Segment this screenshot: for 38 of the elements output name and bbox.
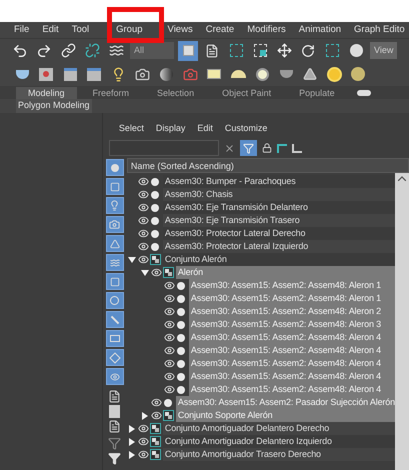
tree-item[interactable]: Assem30: Assem15: Assem2: Assem48: Aleron 3 <box>188 318 395 331</box>
column-header[interactable]: Name (Sorted Ascending) <box>126 158 409 173</box>
menu-item[interactable]: Views <box>168 22 193 38</box>
tree-item[interactable]: Assem30: Assem15: Assem2: Assem48: Aleron 4 <box>188 357 395 370</box>
tree-item[interactable]: Assem30: Assem15: Assem2: Assem48: Aleron 4 <box>188 383 395 396</box>
tree-item[interactable]: Assem30: Protector Lateral Izquierdo <box>162 240 395 253</box>
explorer-menu-item[interactable]: Customize <box>224 122 268 136</box>
tree-item[interactable]: Assem30: Assem15: Assem2: Assem48: Aleron 4 <box>188 331 395 344</box>
ribbon-tab[interactable]: Selection <box>145 87 206 99</box>
tree-item[interactable]: Assem30: Assem15: Assem2: Assem48: Aleron 2 <box>188 305 395 318</box>
tree-item[interactable]: Conjunto Amortiguador Trasero Derecho <box>162 448 395 461</box>
menu-item[interactable]: File <box>14 22 30 38</box>
menu-item[interactable]: Edit <box>42 22 59 38</box>
tree-item[interactable]: Assem30: Eje Transmisión Trasero <box>162 214 395 227</box>
ribbon-tab[interactable]: Object Paint <box>210 87 284 99</box>
ribbon-tab[interactable]: Populate <box>287 87 347 99</box>
menu-item[interactable]: Animation <box>298 22 342 38</box>
tree-item[interactable]: Assem30: Assem15: Assem2: Pasador Sujección Alerón <box>176 396 395 409</box>
panel-label: Polygon Modeling <box>16 99 92 113</box>
tree-item[interactable]: Alerón <box>176 266 395 279</box>
ribbon-tab[interactable]: Freeform <box>80 87 142 99</box>
reference-coordinate-dropdown[interactable]: View <box>370 42 398 59</box>
tree-item[interactable]: Assem30: Assem15: Assem2: Assem48: Aleron 1 <box>188 292 395 305</box>
tree-item[interactable]: Assem30: Assem15: Assem2: Assem48: Aleron 4 <box>188 344 395 357</box>
menu-item[interactable]: Tool <box>72 22 90 38</box>
explorer-menu-item[interactable]: Select <box>118 122 144 136</box>
tree-item[interactable]: Assem30: Chasis <box>162 188 395 201</box>
menu-item[interactable]: Graph Edito <box>354 22 405 38</box>
menu-item[interactable]: Create <box>206 22 234 38</box>
tree-item[interactable]: Conjunto Amortiguador Delantero Derecho <box>162 422 395 435</box>
menu-item[interactable]: Group <box>116 22 143 38</box>
explorer-menu-item[interactable]: Edit <box>197 122 213 136</box>
tree-item[interactable]: Assem30: Assem15: Assem2: Assem48: Aleron 1 <box>188 279 395 292</box>
tree-item[interactable]: Assem30: Assem15: Assem2: Assem48: Aleron 4 <box>188 370 395 383</box>
tree-item[interactable]: Conjunto Soporte Alerón <box>176 409 395 422</box>
menu-item[interactable]: Modifiers <box>247 22 286 38</box>
ribbon-tab[interactable]: Modeling <box>16 87 77 99</box>
explorer-menu-item[interactable]: Display <box>156 122 186 136</box>
